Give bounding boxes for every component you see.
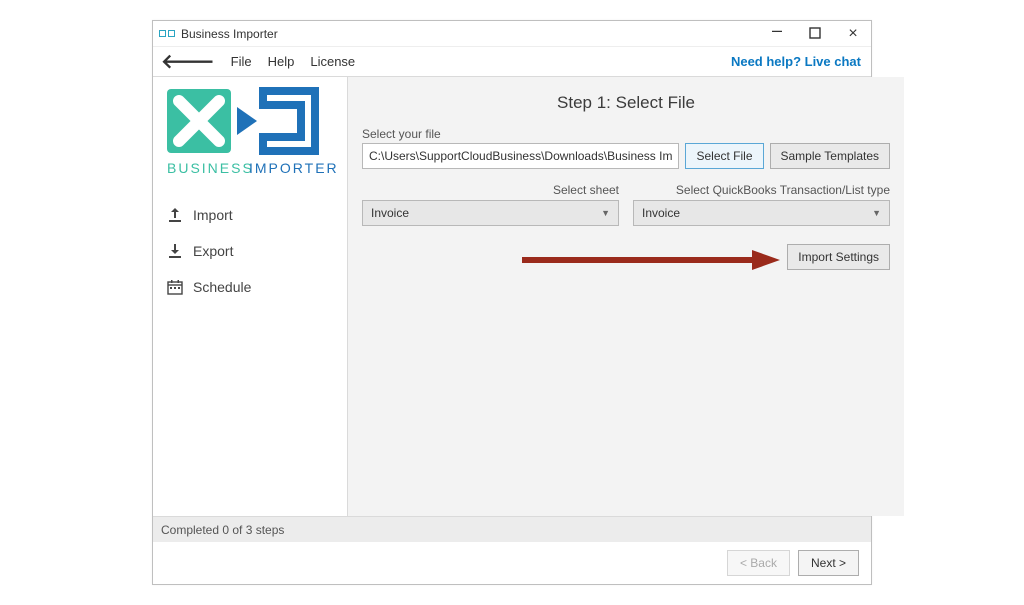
qb-type-value: Invoice [642, 206, 680, 220]
back-button[interactable]: < Back [727, 550, 790, 576]
annotation-arrow [522, 248, 782, 272]
app-icon [159, 30, 175, 37]
sidebar-item-label: Export [193, 243, 233, 259]
menu-license[interactable]: License [302, 50, 363, 73]
titlebar: Business Importer – × [153, 21, 871, 47]
chevron-down-icon: ▼ [601, 208, 610, 218]
file-row: C:\Users\SupportCloudBusiness\Downloads\… [362, 143, 890, 169]
menu-file[interactable]: File [223, 50, 260, 73]
logo: BUSINESS IMPORTER [153, 77, 347, 191]
select-file-button[interactable]: Select File [685, 143, 763, 169]
sidebar-item-export[interactable]: Export [163, 233, 337, 269]
help-live-chat-link[interactable]: Need help? Live chat [731, 54, 861, 69]
import-settings-row: Import Settings [362, 244, 890, 270]
main-panel: Step 1: Select File Select your file C:\… [348, 77, 904, 516]
sidebar-item-label: Import [193, 207, 233, 223]
qb-type-dropdown[interactable]: Invoice ▼ [633, 200, 890, 226]
window-title: Business Importer [181, 27, 278, 41]
step-title: Step 1: Select File [362, 93, 890, 113]
next-button[interactable]: Next > [798, 550, 859, 576]
app-window: Business Importer – × 🡐 File Help Licens… [152, 20, 872, 585]
back-arrow-icon[interactable]: 🡐 [161, 49, 215, 74]
sidebar-item-schedule[interactable]: Schedule [163, 269, 337, 305]
chevron-down-icon: ▼ [872, 208, 881, 218]
download-icon [167, 243, 183, 259]
status-bar: Completed 0 of 3 steps [153, 516, 871, 542]
sidebar-item-label: Schedule [193, 279, 251, 295]
body: BUSINESS IMPORTER Import Export Schedule [153, 77, 871, 516]
calendar-icon [167, 279, 183, 295]
sidebar: BUSINESS IMPORTER Import Export Schedule [153, 77, 348, 516]
sample-templates-button[interactable]: Sample Templates [770, 143, 891, 169]
file-path-input[interactable]: C:\Users\SupportCloudBusiness\Downloads\… [362, 143, 679, 169]
wizard-buttons: < Back Next > [153, 542, 871, 584]
window-controls: – × [765, 27, 865, 41]
sheet-type-row: Select sheet Invoice ▼ Select QuickBooks… [362, 183, 890, 226]
menu-help[interactable]: Help [260, 50, 303, 73]
qb-type-label: Select QuickBooks Transaction/List type [633, 183, 890, 197]
minimize-button[interactable]: – [765, 23, 789, 37]
close-button[interactable]: × [841, 27, 865, 41]
upload-icon [167, 207, 183, 223]
svg-text:IMPORTER: IMPORTER [249, 160, 338, 176]
status-text: Completed 0 of 3 steps [161, 523, 284, 537]
maximize-button[interactable] [803, 27, 827, 41]
side-nav: Import Export Schedule [153, 191, 347, 311]
menubar: 🡐 File Help License Need help? Live chat [153, 47, 871, 77]
select-file-label: Select your file [362, 127, 890, 141]
select-sheet-label: Select sheet [362, 183, 619, 197]
svg-text:BUSINESS: BUSINESS [167, 160, 254, 176]
select-sheet-dropdown[interactable]: Invoice ▼ [362, 200, 619, 226]
select-sheet-value: Invoice [371, 206, 409, 220]
sidebar-item-import[interactable]: Import [163, 197, 337, 233]
import-settings-button[interactable]: Import Settings [787, 244, 890, 270]
